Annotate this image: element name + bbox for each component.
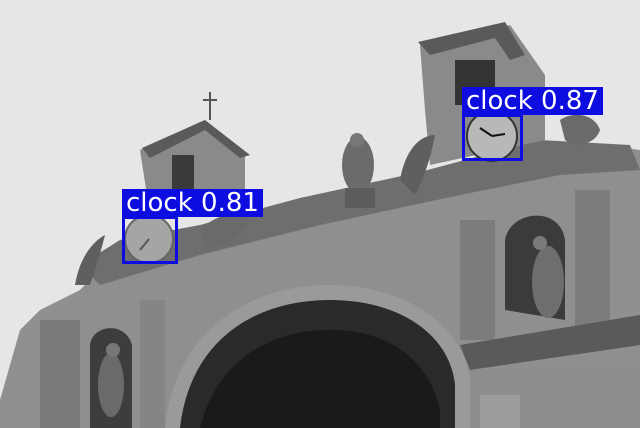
clock-detection-label-right: clock 0.87: [462, 87, 603, 115]
photo-scene: clock 0.87 clock 0.81: [0, 0, 640, 428]
clock-detection-label-left: clock 0.81: [122, 189, 263, 217]
clock-detection-box-right: [462, 114, 523, 161]
church-facade-photo: [0, 0, 640, 428]
clock-detection-box-left: [122, 216, 178, 264]
